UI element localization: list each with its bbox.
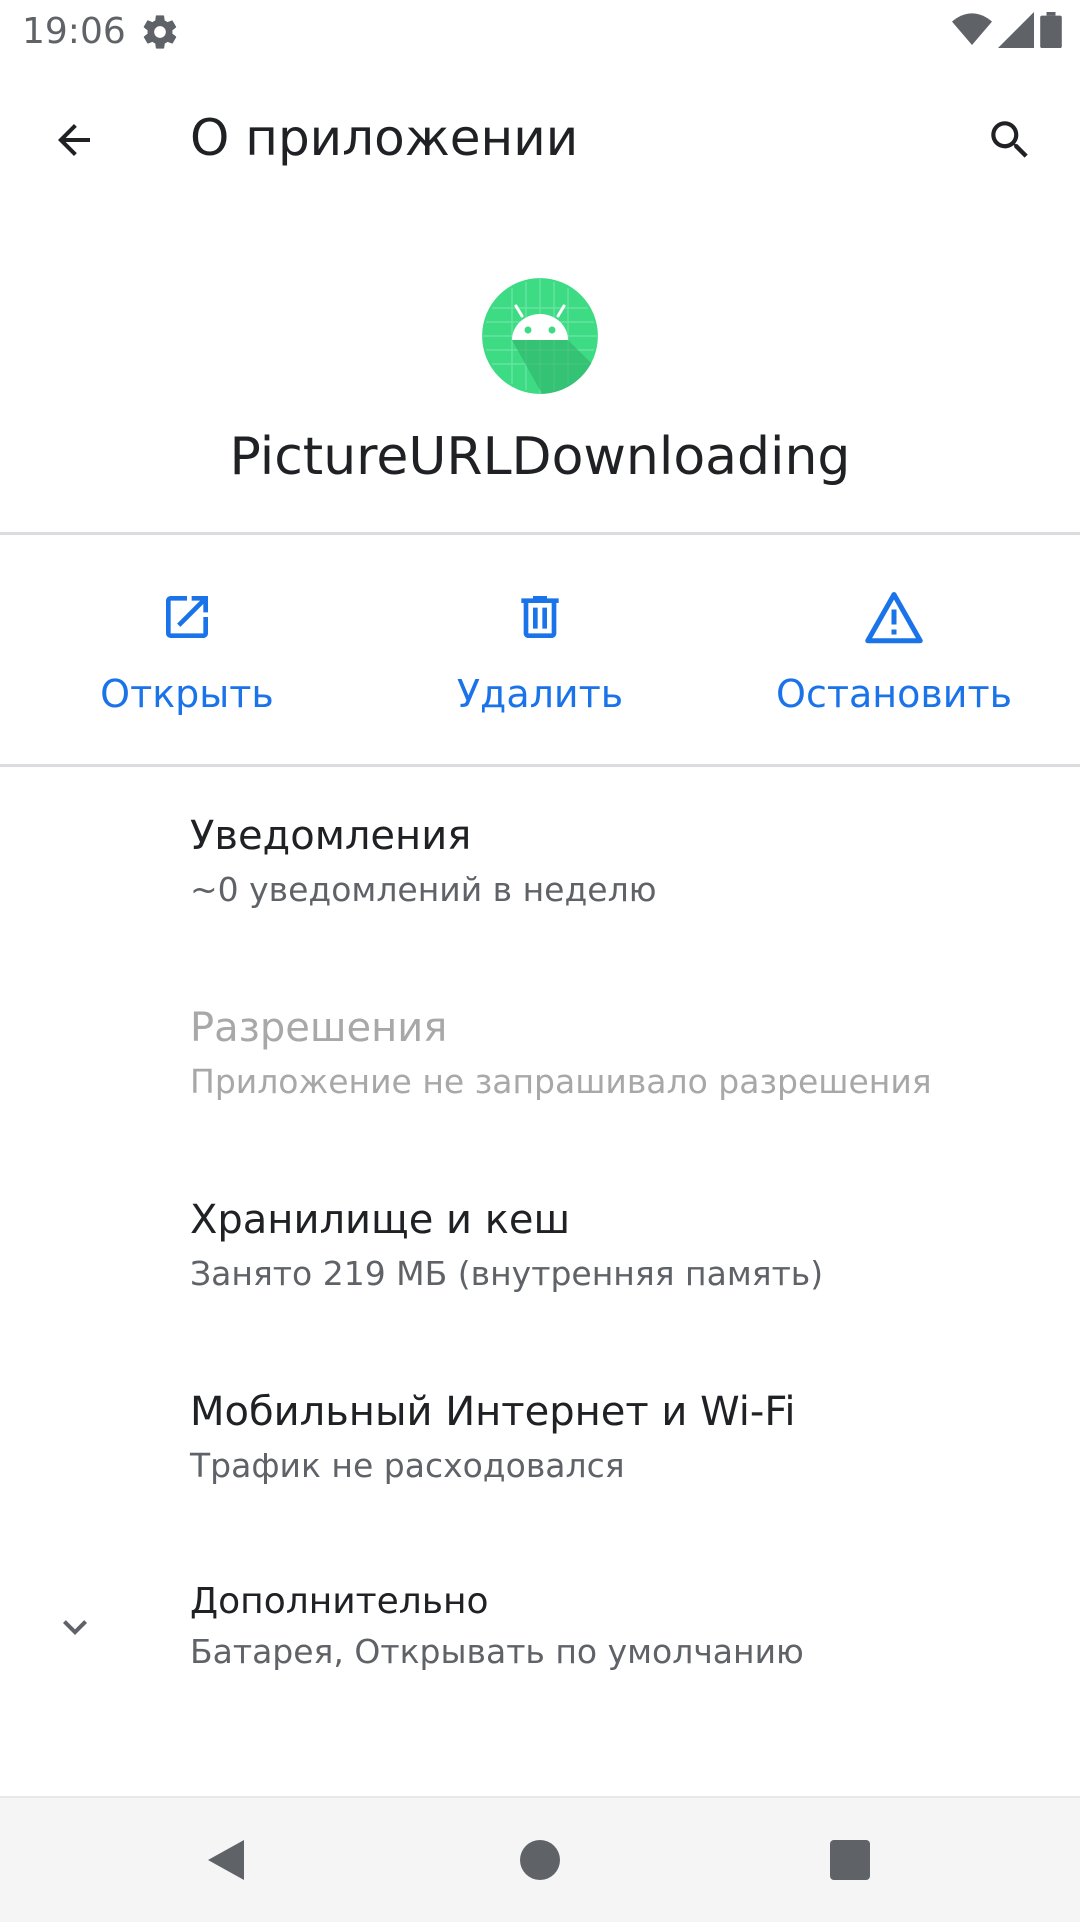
circle-home-icon xyxy=(520,1840,560,1880)
chevron-down-icon xyxy=(40,1592,110,1662)
app-icon xyxy=(482,278,598,394)
mobile-data-title: Мобильный Интернет и Wi-Fi xyxy=(190,1389,796,1435)
advanced-title: Дополнительно xyxy=(190,1581,489,1622)
open-button[interactable]: Открыть xyxy=(100,560,274,740)
cell-signal-icon xyxy=(998,12,1034,52)
settings-gear-icon xyxy=(140,12,180,52)
force-stop-label: Остановить xyxy=(776,672,1012,716)
nav-back-button[interactable] xyxy=(186,1820,266,1900)
trash-icon xyxy=(505,582,575,652)
advanced-subtitle: Батарея, Открывать по умолчанию xyxy=(190,1632,804,1671)
battery-icon xyxy=(1040,12,1062,52)
uninstall-button[interactable]: Удалить xyxy=(456,560,624,740)
permissions-title: Разрешения xyxy=(190,1005,448,1051)
nav-recents-button[interactable] xyxy=(810,1820,890,1900)
notifications-title: Уведомления xyxy=(190,813,472,859)
storage-subtitle: Занято 219 МБ (внутренняя память) xyxy=(190,1254,824,1293)
notifications-subtitle: ~0 уведомлений в неделю xyxy=(190,870,657,909)
wifi-icon xyxy=(952,12,992,52)
divider xyxy=(0,532,1080,535)
open-label: Открыть xyxy=(100,672,274,716)
status-time: 19:06 xyxy=(22,11,126,52)
status-icons xyxy=(952,12,1062,52)
divider xyxy=(0,764,1080,767)
search-icon xyxy=(991,121,1028,158)
force-stop-button[interactable]: Остановить xyxy=(776,560,1012,740)
triangle-back-icon xyxy=(208,1840,244,1880)
permissions-subtitle: Приложение не запрашивало разрешения xyxy=(190,1062,932,1101)
warning-icon xyxy=(859,582,929,652)
app-name: PictureURLDownloading xyxy=(229,427,851,487)
nav-home-button[interactable] xyxy=(500,1820,580,1900)
square-recents-icon xyxy=(830,1840,870,1880)
mobile-data-subtitle: Трафик не расходовался xyxy=(190,1446,625,1485)
search-button[interactable] xyxy=(970,100,1050,180)
back-button[interactable] xyxy=(34,100,114,180)
open-external-icon xyxy=(152,582,222,652)
page-title: О приложении xyxy=(190,109,579,167)
arrow-back-icon xyxy=(58,124,90,156)
uninstall-label: Удалить xyxy=(456,672,624,716)
storage-title: Хранилище и кеш xyxy=(190,1197,571,1243)
